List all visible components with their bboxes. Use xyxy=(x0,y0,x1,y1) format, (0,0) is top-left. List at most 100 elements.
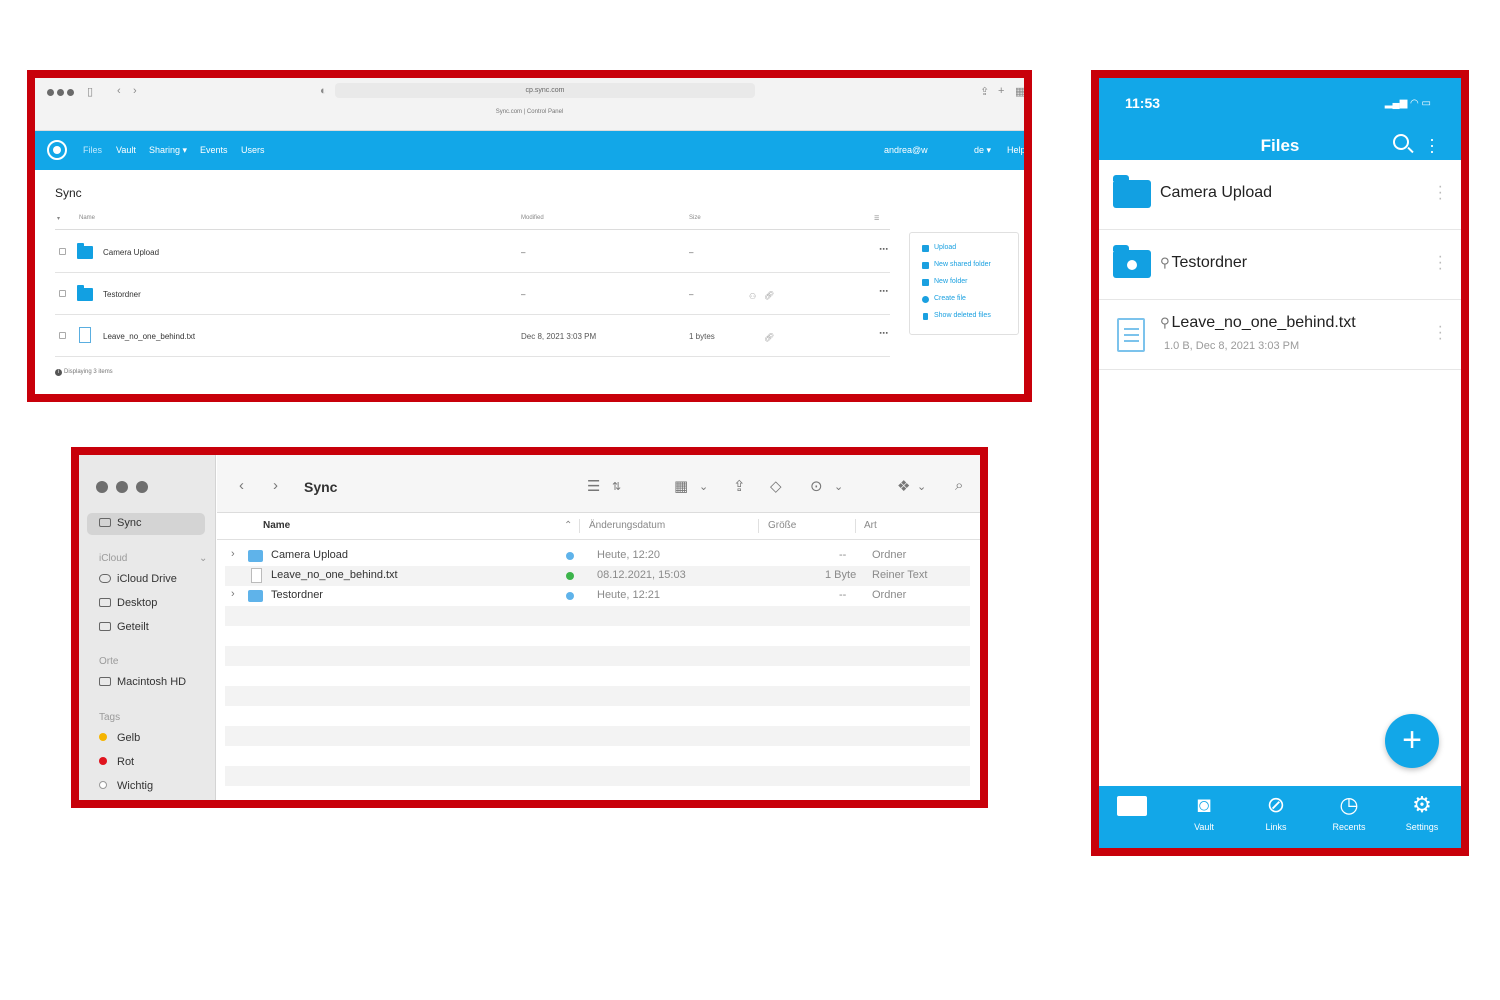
share-icon[interactable]: ⇪ xyxy=(980,85,989,98)
disclosure-chevron-icon[interactable]: › xyxy=(231,588,235,600)
action-label[interactable]: Show deleted files xyxy=(934,312,991,319)
new-tab-icon[interactable]: + xyxy=(998,85,1004,97)
nav-files[interactable]: Files xyxy=(83,145,102,155)
tag-icon[interactable]: ◇ xyxy=(770,477,782,495)
forward-icon[interactable]: › xyxy=(273,477,278,494)
col-kind[interactable]: Art xyxy=(864,520,877,531)
col-name[interactable]: Name xyxy=(263,520,290,531)
cloud-icon xyxy=(99,574,111,583)
sidebar-item-sync[interactable]: Sync xyxy=(99,517,141,529)
action-label[interactable]: New shared folder xyxy=(934,261,991,268)
link-icon[interactable]: 🔗︎ xyxy=(764,291,774,300)
tab-links[interactable]: ⊘ Links xyxy=(1246,792,1306,832)
url-bar[interactable]: cp.sync.com xyxy=(335,83,755,98)
sidebar-item-macintosh-hd[interactable]: Macintosh HD xyxy=(99,676,186,688)
sidebar-tag-gelb[interactable]: Gelb xyxy=(99,732,140,744)
disclosure-chevron-icon[interactable]: › xyxy=(231,548,235,560)
sort-chevron-icon[interactable]: ⇅ xyxy=(612,480,621,493)
row-name[interactable]: Camera Upload xyxy=(103,248,159,257)
window-zoom-dot[interactable] xyxy=(67,89,74,96)
chevron-down-icon[interactable]: ⌄ xyxy=(834,480,843,493)
col-modified[interactable]: Modified xyxy=(521,215,544,221)
action-label[interactable]: Upload xyxy=(934,244,956,251)
tag-label: Wichtig xyxy=(117,780,154,792)
col-name[interactable]: Name xyxy=(79,215,95,221)
back-icon[interactable]: ‹ xyxy=(117,85,121,97)
tab-recents[interactable]: ◷ Recents xyxy=(1319,792,1379,832)
window-zoom-dot[interactable] xyxy=(136,481,148,493)
text-file-icon xyxy=(251,568,262,583)
window-close-dot[interactable] xyxy=(47,89,54,96)
action-label[interactable]: Create file xyxy=(934,295,966,302)
more-options-icon[interactable]: · · · xyxy=(1429,130,1435,160)
nav-users[interactable]: Users xyxy=(241,145,265,155)
row-size: 1 bytes xyxy=(689,332,715,341)
share-icon[interactable]: ⇪ xyxy=(733,477,746,495)
tab-files[interactable] xyxy=(1102,792,1162,820)
item-menu-icon[interactable]: · · · xyxy=(1438,179,1443,207)
window-minimize-dot[interactable] xyxy=(57,89,64,96)
add-fab-button[interactable]: + xyxy=(1385,714,1439,768)
col-date[interactable]: Änderungsdatum xyxy=(589,520,665,531)
link-icon[interactable]: 🔗︎ xyxy=(764,333,774,342)
item-name: Leave_no_one_behind.txt xyxy=(1171,314,1356,331)
item-menu-icon[interactable]: · · · xyxy=(1438,319,1443,347)
item-menu-icon[interactable]: · · · xyxy=(1438,249,1443,277)
nav-events[interactable]: Events xyxy=(200,145,228,155)
row-checkbox[interactable] xyxy=(59,290,66,297)
list-view-icon[interactable]: ☰ xyxy=(587,477,600,495)
sort-ascending-icon[interactable]: ⌃ xyxy=(564,520,572,531)
col-size[interactable]: Größe xyxy=(768,520,796,531)
action-label[interactable]: New folder xyxy=(934,278,967,285)
row-size: -- xyxy=(839,549,847,561)
tab-settings[interactable]: ⚙ Settings xyxy=(1392,792,1452,832)
user-menu[interactable]: andrea@w xyxy=(884,145,928,155)
help-link[interactable]: Help xyxy=(1007,145,1024,155)
sync-logo-icon[interactable] xyxy=(47,140,67,160)
sidebar-tag-wichtig[interactable]: Wichtig xyxy=(99,780,153,792)
row-name[interactable]: Testordner xyxy=(103,290,141,299)
table-row[interactable]: Leave_no_one_behind.txt 08.12.2021, 15:0… xyxy=(225,566,970,586)
row-checkbox[interactable] xyxy=(59,332,66,339)
dropbox-icon[interactable]: ❖ xyxy=(897,477,910,495)
row-name[interactable]: Leave_no_one_behind.txt xyxy=(103,332,195,341)
search-icon[interactable] xyxy=(1393,134,1409,150)
back-icon[interactable]: ‹ xyxy=(239,477,244,494)
sidebar-item-geteilt[interactable]: Geteilt xyxy=(99,621,149,633)
language-select[interactable]: de ▾ xyxy=(974,145,991,156)
search-icon[interactable]: ⌕ xyxy=(955,477,963,494)
nav-vault[interactable]: Vault xyxy=(116,145,136,155)
view-options-icon[interactable]: ☰ xyxy=(874,215,879,222)
sidebar-toggle-icon[interactable]: ▯ xyxy=(87,85,93,98)
table-row[interactable]: › Testordner Heute, 12:21 -- Ordner xyxy=(225,586,970,606)
row-menu-icon[interactable]: ⋯ xyxy=(879,328,888,339)
chevron-down-icon[interactable]: ⌄ xyxy=(917,480,926,493)
nav-sharing[interactable]: Sharing ▾ xyxy=(149,145,187,156)
sort-toggle-icon[interactable]: ▾ xyxy=(57,215,60,222)
sidebar-item-desktop[interactable]: Desktop xyxy=(99,597,157,609)
sidebar-item-icloud-drive[interactable]: iCloud Drive xyxy=(99,573,177,585)
grid-view-icon[interactable]: ▦ xyxy=(674,477,688,495)
window-minimize-dot[interactable] xyxy=(116,481,128,493)
sidebar-section-icloud[interactable]: iCloud ⌄ xyxy=(99,553,207,564)
sidebar-item-label: Sync xyxy=(117,517,142,529)
shared-users-icon[interactable]: ⚇ xyxy=(749,292,756,301)
row-checkbox[interactable] xyxy=(59,248,66,255)
chevron-down-icon[interactable]: ⌄ xyxy=(199,553,207,564)
chevron-down-icon[interactable]: ⌄ xyxy=(699,480,708,493)
finder-window-screenshot: Sync iCloud ⌄ iCloud Drive Desktop Geteil… xyxy=(71,447,988,808)
row-menu-icon[interactable]: ⋯ xyxy=(879,244,888,255)
col-size[interactable]: Size xyxy=(689,215,701,221)
tabs-overview-icon[interactable]: ▦ xyxy=(1015,85,1024,98)
more-actions-icon[interactable]: ⊙ xyxy=(810,477,823,495)
tab-vault[interactable]: ◙ Vault xyxy=(1174,792,1234,832)
list-item[interactable]: ⚲ Leave_no_one_behind.txt 1.0 B, Dec 8, 2… xyxy=(1099,300,1461,370)
forward-icon[interactable]: › xyxy=(133,85,137,97)
list-item[interactable]: ⚲ Testordner · · · xyxy=(1099,230,1461,300)
table-row[interactable]: › Camera Upload Heute, 12:20 -- Ordner xyxy=(225,546,970,566)
row-menu-icon[interactable]: ⋯ xyxy=(879,286,888,297)
sidebar-tag-rot[interactable]: Rot xyxy=(99,756,134,768)
list-item[interactable]: Camera Upload · · · xyxy=(1099,160,1461,230)
folder-icon xyxy=(1117,796,1147,816)
window-close-dot[interactable] xyxy=(96,481,108,493)
